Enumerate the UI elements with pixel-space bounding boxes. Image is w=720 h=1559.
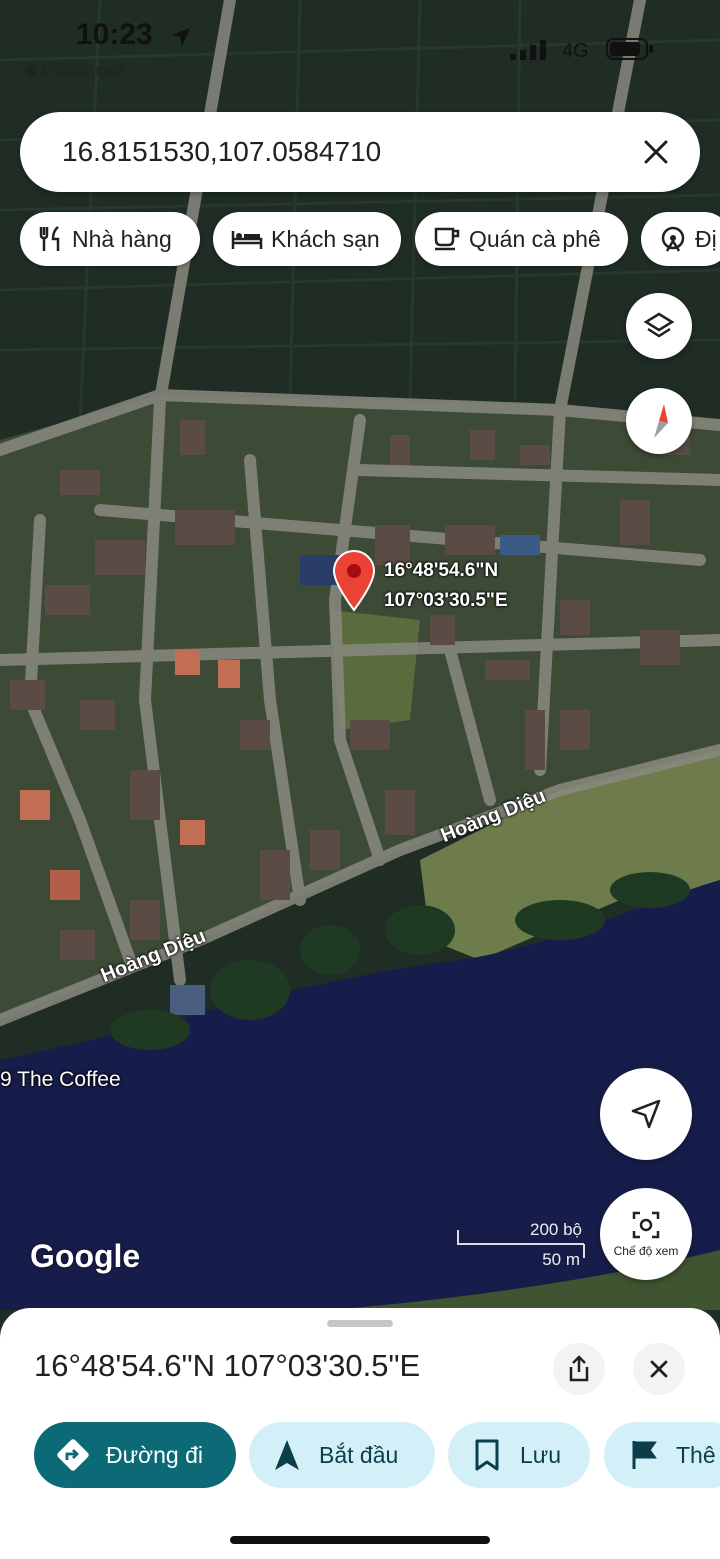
close-sheet-button[interactable] bbox=[633, 1343, 685, 1395]
chip-label: Nhà hàng bbox=[72, 225, 172, 252]
coffee-icon bbox=[434, 227, 460, 251]
clear-search-icon[interactable] bbox=[636, 132, 676, 172]
poi-label[interactable]: 9 The Coffee bbox=[0, 1068, 121, 1092]
add-label-label: Thê bbox=[676, 1441, 716, 1468]
location-arrow-icon bbox=[172, 28, 190, 46]
hotel-icon bbox=[231, 231, 263, 249]
coordinates-title: 16°48'54.6"N 107°03'30.5"E bbox=[34, 1348, 421, 1383]
view-mode-label: Chế độ xem bbox=[613, 1244, 679, 1258]
compass-icon bbox=[654, 404, 668, 438]
location-pin-icon[interactable] bbox=[332, 550, 376, 612]
directions-label: Đường đi bbox=[106, 1441, 203, 1468]
chip-label: Khách sạn bbox=[271, 225, 380, 252]
bookmark-icon bbox=[475, 1439, 499, 1471]
google-logo: Google bbox=[30, 1238, 141, 1274]
status-bar: 10:23 ◀ Messenger 4G bbox=[0, 0, 720, 90]
search-query[interactable]: 16.8151530,107.0584710 bbox=[62, 136, 381, 168]
home-indicator[interactable] bbox=[230, 1536, 490, 1544]
close-icon bbox=[650, 1360, 668, 1378]
signal-icon bbox=[510, 40, 546, 60]
directions-button[interactable]: Đường đi bbox=[34, 1422, 236, 1488]
chip-label: Quán cà phê bbox=[469, 225, 601, 252]
scale-imperial: 200 bộ bbox=[530, 1220, 582, 1239]
save-button[interactable]: Lưu bbox=[448, 1422, 590, 1488]
pin-label-lat: 16°48'54.6"N bbox=[384, 560, 499, 581]
flag-icon bbox=[632, 1441, 657, 1469]
start-button[interactable]: Bắt đầu bbox=[249, 1422, 435, 1488]
directions-icon bbox=[57, 1439, 89, 1471]
pin-label-lng: 107°03'30.5"E bbox=[384, 590, 508, 611]
add-label-button[interactable]: Thê bbox=[604, 1422, 720, 1488]
place-bottom-sheet[interactable]: 16°48'54.6"N 107°03'30.5"E Đường đi Bắt … bbox=[0, 1308, 720, 1559]
search-bar[interactable]: 16.8151530,107.0584710 bbox=[20, 112, 700, 192]
start-label: Bắt đầu bbox=[319, 1441, 399, 1468]
chip-hotels[interactable]: Khách sạn bbox=[213, 212, 401, 266]
attraction-icon bbox=[661, 226, 685, 252]
share-button[interactable] bbox=[553, 1343, 605, 1395]
layers-button[interactable] bbox=[626, 293, 692, 359]
restaurant-icon bbox=[39, 226, 60, 251]
chip-coffee[interactable]: Quán cà phê bbox=[415, 212, 628, 266]
my-location-button[interactable] bbox=[600, 1068, 692, 1160]
view-mode-button[interactable]: Chế độ xem bbox=[600, 1188, 692, 1280]
save-label: Lưu bbox=[520, 1441, 561, 1468]
chip-label: Đị bbox=[695, 225, 717, 252]
back-to-app[interactable]: ◀ Messenger bbox=[22, 60, 124, 80]
chip-attractions[interactable]: Đị bbox=[641, 212, 720, 266]
scale-metric: 50 m bbox=[542, 1250, 580, 1269]
compass-button[interactable] bbox=[626, 388, 692, 454]
camera-scan-icon bbox=[632, 1211, 660, 1239]
drag-handle[interactable] bbox=[327, 1320, 393, 1327]
network-type: 4G bbox=[562, 40, 589, 62]
scale-bar: 200 bộ 50 m bbox=[456, 1220, 586, 1280]
navigation-arrow-icon bbox=[631, 1099, 661, 1129]
battery-icon bbox=[606, 38, 653, 60]
share-icon bbox=[569, 1355, 589, 1382]
layers-icon bbox=[643, 312, 675, 338]
navigation-arrow-icon bbox=[275, 1440, 299, 1470]
status-time: 10:23 bbox=[76, 18, 153, 51]
chip-restaurants[interactable]: Nhà hàng bbox=[20, 212, 200, 266]
